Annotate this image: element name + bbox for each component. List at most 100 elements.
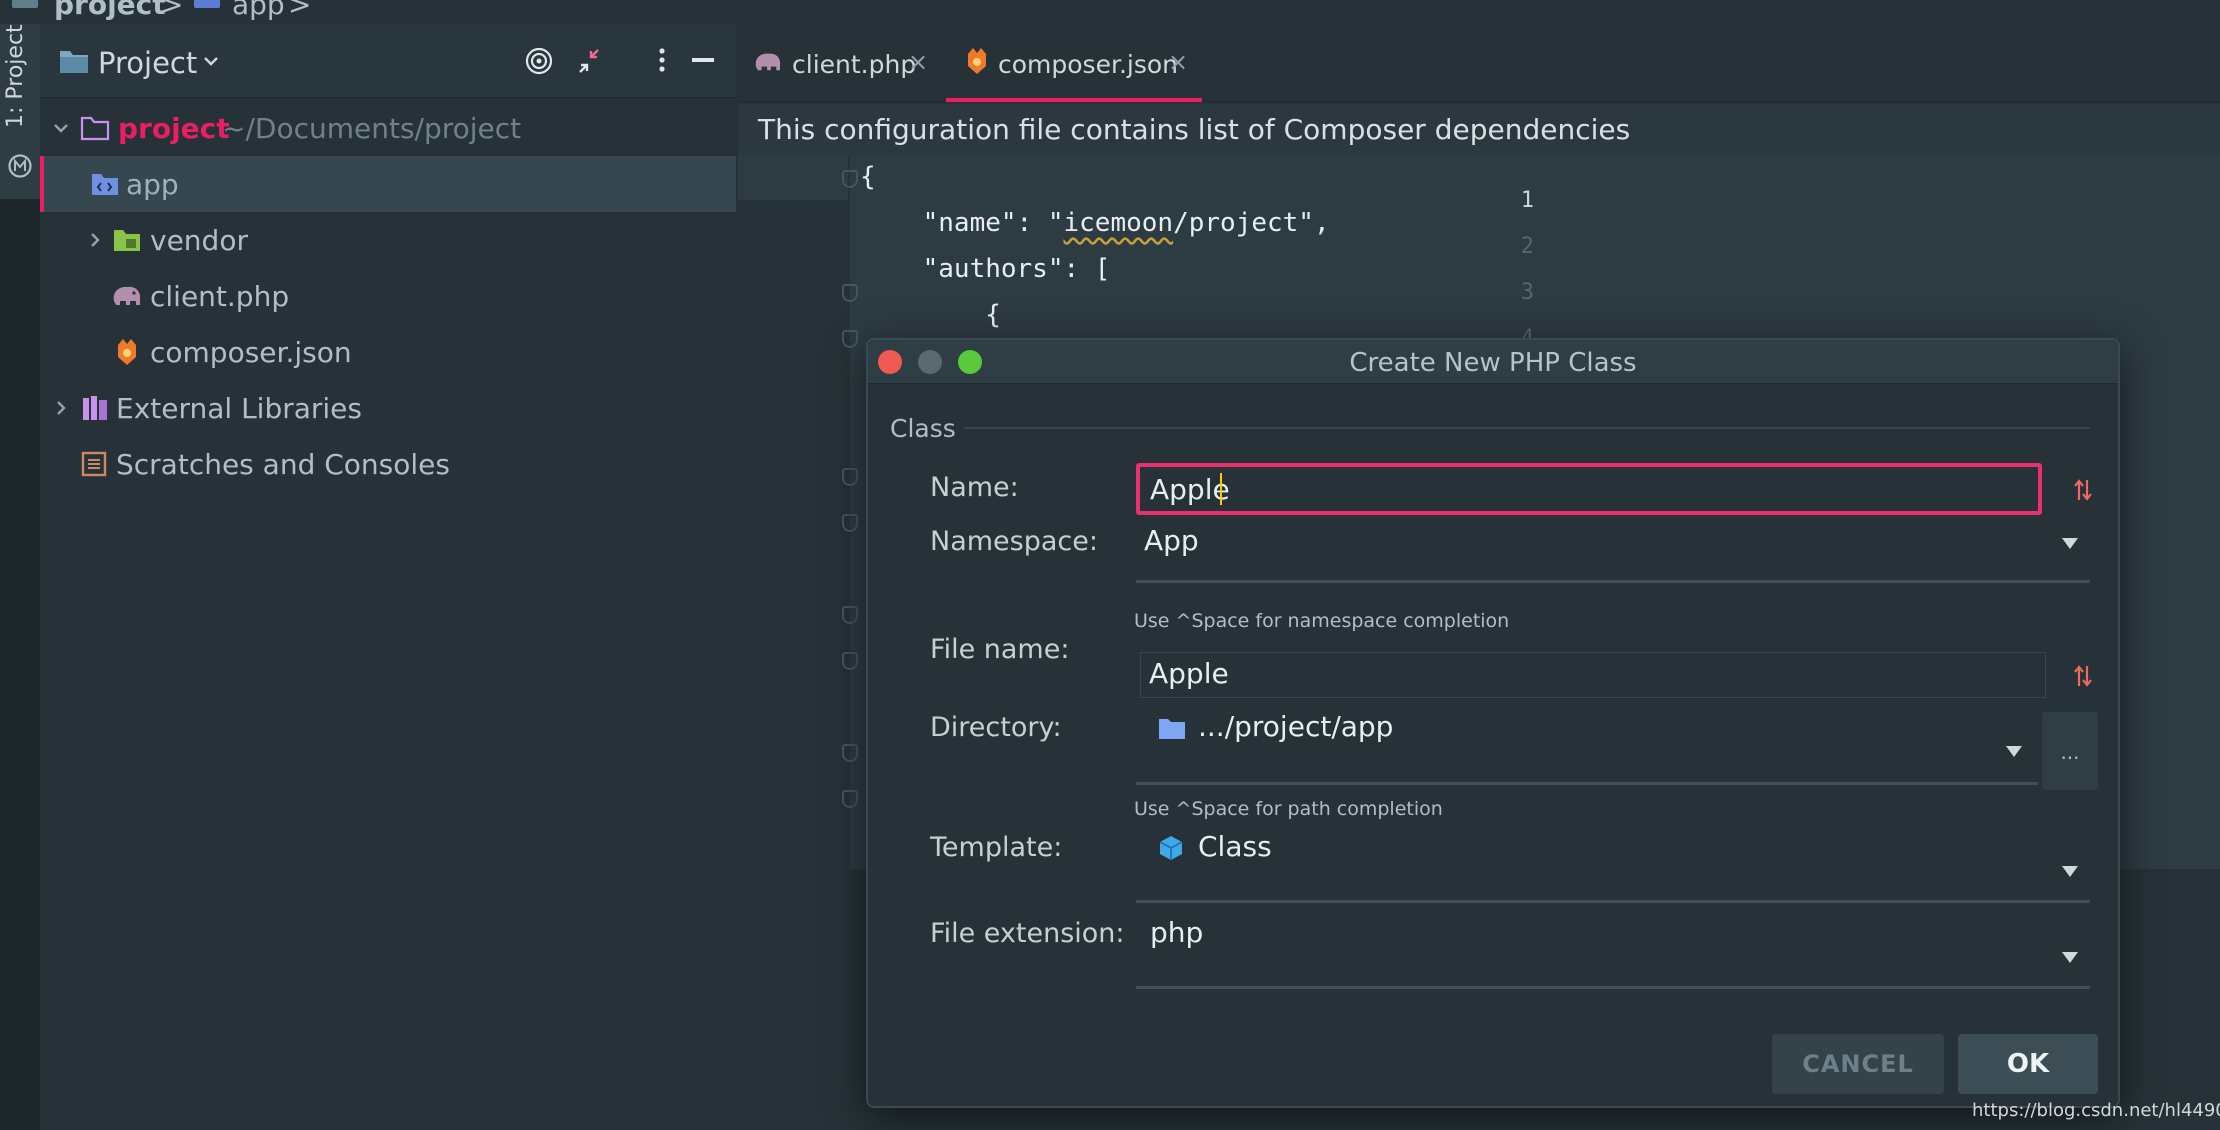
code-token: "name": " xyxy=(860,208,1064,238)
folder-icon xyxy=(1158,716,1186,740)
file-extension-label: File extension: xyxy=(930,918,1125,949)
breadcrumb-separator: > xyxy=(160,0,184,21)
tree-item-vendor[interactable]: vendor xyxy=(40,212,736,268)
namespace-combo-underline xyxy=(1136,580,2090,583)
target-icon[interactable] xyxy=(524,46,554,76)
code-line-4: { xyxy=(860,300,1001,330)
chevron-right-icon[interactable] xyxy=(86,231,104,249)
folder-icon xyxy=(80,115,110,141)
project-tool-window-label[interactable]: 1: Project xyxy=(3,0,28,128)
chevron-down-icon[interactable] xyxy=(2006,746,2022,757)
fold-marker[interactable] xyxy=(842,606,858,624)
fold-marker[interactable] xyxy=(842,170,858,188)
fold-marker[interactable] xyxy=(842,468,858,486)
tree-item-scratches[interactable]: Scratches and Consoles xyxy=(40,436,736,492)
project-tool-window: Project project ~/Documents/project app xyxy=(40,24,736,1130)
directory-combo-value[interactable]: .../project/app xyxy=(1198,710,1393,743)
namespace-combo-value[interactable]: App xyxy=(1144,524,1199,557)
browse-directory-button[interactable]: ... xyxy=(2042,712,2098,790)
code-line-2: "name": "icemoon/project", xyxy=(860,208,1330,238)
swap-icon[interactable] xyxy=(2072,476,2094,504)
structure-icon[interactable] xyxy=(7,153,33,179)
fold-marker[interactable] xyxy=(842,790,858,808)
fold-marker[interactable] xyxy=(842,744,858,762)
fold-marker[interactable] xyxy=(842,284,858,302)
directory-label: Directory: xyxy=(930,712,1062,743)
line-number: 1 xyxy=(1520,188,1534,213)
file-extension-combo-underline xyxy=(1136,986,2090,989)
file-name-input-value: Apple xyxy=(1149,657,1229,690)
tab-composer-json[interactable]: composer.json × xyxy=(946,24,1202,102)
chevron-down-icon[interactable] xyxy=(2062,952,2078,963)
source-folder-icon xyxy=(194,0,220,8)
swap-icon[interactable] xyxy=(2072,662,2094,690)
project-view-title[interactable]: Project xyxy=(98,46,197,80)
namespace-hint: Use ^Space for namespace completion xyxy=(1134,610,1510,632)
tab-client-php[interactable]: client.php × xyxy=(738,24,938,102)
name-label: Name: xyxy=(930,472,1019,503)
dialog-title: Create New PHP Class xyxy=(1349,348,1637,378)
browse-button-label: ... xyxy=(2060,740,2080,764)
tree-item-project-root[interactable]: project ~/Documents/project xyxy=(40,100,736,156)
line-number-gutter xyxy=(738,156,848,1130)
template-label: Template: xyxy=(930,832,1063,863)
file-name-input[interactable]: Apple xyxy=(1140,652,2046,698)
name-input[interactable]: Apple xyxy=(1136,463,2042,515)
namespace-label: Namespace: xyxy=(930,526,1098,557)
watermark-url: https://blog.csdn.net/hl449006540 xyxy=(1972,1100,2220,1121)
spellcheck-token[interactable]: icemoon xyxy=(1064,208,1174,238)
ok-button[interactable]: OK xyxy=(1958,1034,2098,1094)
tree-item-app[interactable]: app xyxy=(40,156,736,212)
create-php-class-dialog: Create New PHP Class Class Name: Apple N… xyxy=(866,338,2120,1108)
directory-combo-underline xyxy=(1136,782,2038,785)
code-token: /project", xyxy=(1173,208,1330,238)
ok-button-label: OK xyxy=(2006,1049,2050,1079)
project-panel-header: Project xyxy=(40,24,736,98)
chevron-down-icon[interactable] xyxy=(202,52,220,70)
directory-hint: Use ^Space for path completion xyxy=(1134,798,1443,820)
tree-item-label: composer.json xyxy=(150,336,352,369)
chevron-down-icon[interactable] xyxy=(52,120,70,138)
scratches-icon xyxy=(80,451,108,477)
file-name-label: File name: xyxy=(930,634,1070,665)
hide-panel-icon[interactable] xyxy=(692,58,714,62)
tree-item-label: app xyxy=(126,168,179,201)
breadcrumb-app[interactable]: app xyxy=(232,0,285,21)
fold-marker[interactable] xyxy=(842,514,858,532)
tree-item-external-libraries[interactable]: External Libraries xyxy=(40,380,736,436)
template-combo-value[interactable]: Class xyxy=(1198,830,1272,863)
more-options-icon[interactable] xyxy=(652,44,672,76)
composer-icon xyxy=(964,46,990,76)
composer-icon xyxy=(114,337,140,367)
close-tab-icon[interactable]: × xyxy=(1168,48,1188,76)
close-tab-icon[interactable]: × xyxy=(908,48,928,76)
tree-item-client-php[interactable]: client.php xyxy=(40,268,736,324)
notification-text: This configuration file contains list of… xyxy=(758,113,1631,146)
current-line-highlight xyxy=(738,156,848,200)
code-line-3: "authors": [ xyxy=(860,254,1111,284)
breadcrumb-project[interactable]: project xyxy=(54,0,166,21)
tree-item-label: External Libraries xyxy=(116,392,362,425)
navigation-bar: project > app > xyxy=(0,0,2220,21)
tab-label: client.php xyxy=(792,50,917,79)
code-line-1: { xyxy=(860,162,876,192)
file-extension-combo-value[interactable]: php xyxy=(1150,916,1203,949)
template-combo-underline xyxy=(1136,900,2090,903)
cancel-button[interactable]: CANCEL xyxy=(1772,1034,1944,1094)
breadcrumb-separator: > xyxy=(288,0,312,21)
tree-item-composer-json[interactable]: composer.json xyxy=(40,324,736,380)
name-input-value: Apple xyxy=(1150,473,1230,506)
collapse-all-icon[interactable] xyxy=(574,46,604,76)
chevron-right-icon[interactable] xyxy=(52,399,70,417)
class-icon xyxy=(1158,834,1184,862)
folder-icon xyxy=(58,47,90,75)
tab-label: composer.json xyxy=(998,50,1179,79)
fold-marker[interactable] xyxy=(842,330,858,348)
line-number: 2 xyxy=(1520,234,1534,259)
tree-item-label: client.php xyxy=(150,280,290,313)
chevron-down-icon[interactable] xyxy=(2062,866,2078,877)
tree-item-label: Scratches and Consoles xyxy=(116,448,450,481)
chevron-down-icon[interactable] xyxy=(2062,538,2078,549)
fold-marker[interactable] xyxy=(842,652,858,670)
dialog-title-bar: Create New PHP Class xyxy=(868,340,2118,384)
